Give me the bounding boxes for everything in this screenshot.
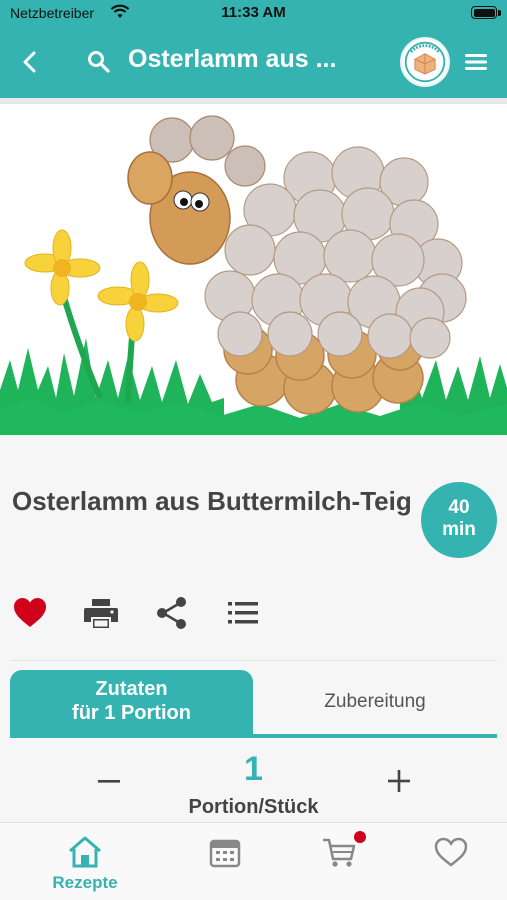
nav-bar: Osterlamm aus ...	[0, 28, 507, 98]
app-screen: Netzbetreiber 11:33 AM Osterlamm aus ...	[0, 0, 507, 900]
tabbar-label-rezepte: Rezepte	[52, 873, 118, 892]
printer-icon[interactable]	[83, 595, 119, 631]
portion-stepper: 1 Portion/Stück	[0, 748, 507, 822]
bottom-tab-bar: Rezepte	[0, 822, 507, 900]
tab-preparation[interactable]: Zubereitung	[253, 670, 497, 734]
status-bar: Netzbetreiber 11:33 AM	[0, 0, 507, 28]
cart-icon	[323, 838, 356, 867]
recipe-actions	[0, 595, 507, 635]
cart-badge	[354, 831, 366, 843]
section-divider	[10, 660, 497, 661]
tabbar-item-calendar[interactable]	[162, 823, 288, 900]
tab-ingredients-portion: für 1 Portion	[72, 702, 191, 724]
increase-portion-button[interactable]	[386, 768, 412, 794]
nav-title: Osterlamm aus ...	[128, 45, 337, 73]
recipe-tabs: Zutaten für 1 Portion Zubereitung	[10, 670, 497, 738]
portion-label: Portion/Stück	[188, 796, 319, 818]
home-icon	[69, 836, 101, 868]
time-badge-value: 40	[448, 497, 470, 518]
brand-logo[interactable]	[400, 37, 450, 87]
tabbar-item-favorites[interactable]	[388, 823, 507, 900]
recipe-header: Osterlamm aus Buttermilch-Teig 40 min	[0, 435, 507, 660]
tab-ingredients[interactable]: Zutaten für 1 Portion	[10, 670, 253, 734]
share-icon[interactable]	[154, 595, 190, 631]
battery-icon	[471, 6, 497, 19]
list-icon[interactable]	[225, 595, 261, 631]
heart-icon[interactable]	[12, 595, 48, 631]
time-badge: 40 min	[421, 482, 497, 558]
hamburger-menu-icon[interactable]	[463, 49, 491, 75]
tab-underline	[10, 734, 497, 738]
portion-value: 1	[244, 750, 263, 788]
calendar-icon	[209, 839, 241, 868]
recipe-title: Osterlamm aus Buttermilch-Teig	[12, 486, 412, 516]
tabbar-item-rezepte[interactable]: Rezepte	[22, 823, 148, 900]
recipe-hero-image	[0, 98, 507, 435]
status-time: 11:33 AM	[221, 4, 286, 21]
back-chevron-icon[interactable]	[16, 48, 44, 76]
tab-ingredients-label: Zutaten	[95, 678, 168, 700]
battery-nub	[498, 10, 501, 16]
tabbar-item-cart[interactable]	[276, 823, 402, 900]
heart-outline-icon	[434, 837, 468, 867]
search-icon[interactable]	[86, 49, 112, 75]
time-badge-unit: min	[442, 519, 476, 540]
